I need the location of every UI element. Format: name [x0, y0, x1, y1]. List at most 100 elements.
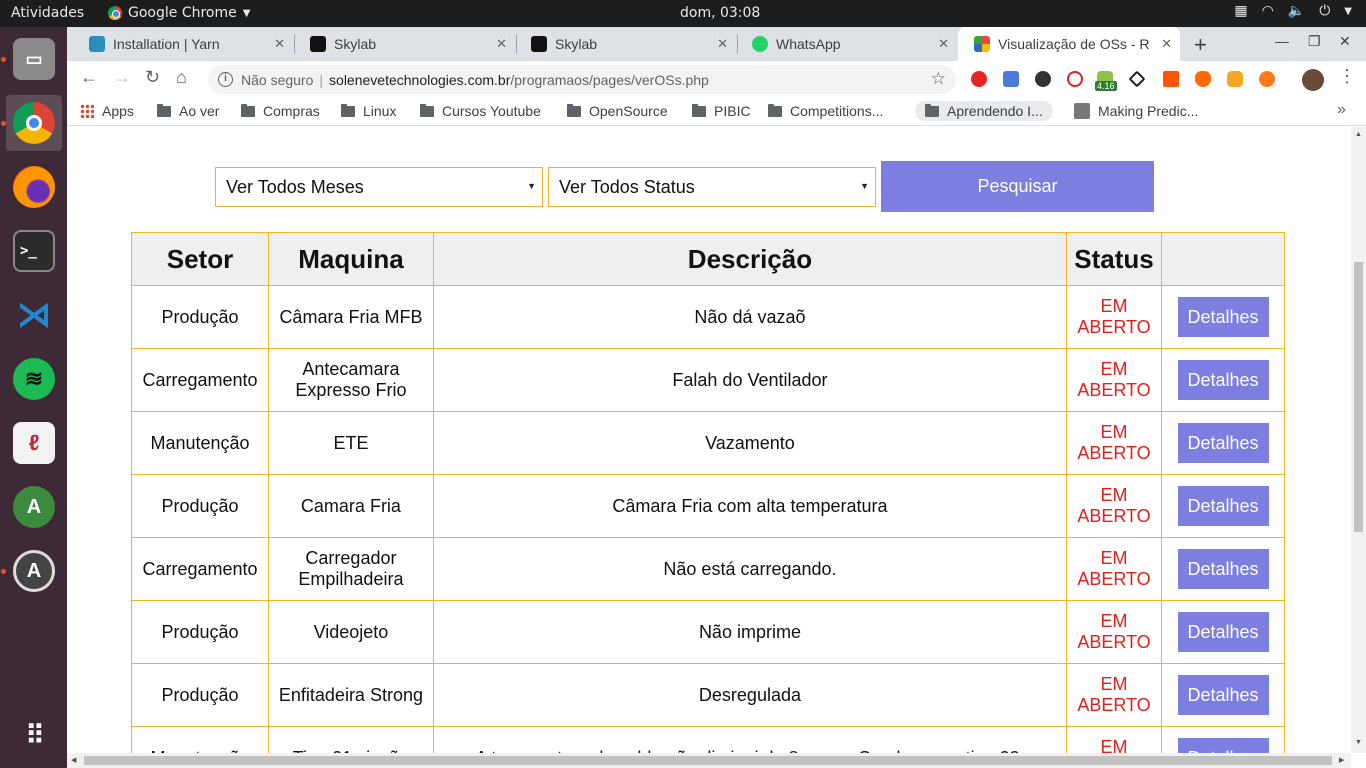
dock-pdf-viewer[interactable]: ℓ [6, 415, 62, 471]
chevron-right-icon[interactable]: » [1337, 101, 1346, 119]
details-button[interactable]: Detalhes [1177, 297, 1269, 337]
soundcloud-extension-icon[interactable] [1163, 71, 1179, 87]
details-button[interactable]: Detalhes [1177, 360, 1269, 400]
block-extension-icon[interactable] [1067, 71, 1083, 87]
header-descricao: Descrição [432, 232, 1068, 286]
details-button[interactable]: Detalhes [1177, 486, 1269, 526]
cell-status: EM ABERTO [1066, 726, 1162, 753]
star-icon[interactable]: ☆ [931, 69, 946, 89]
horizontal-scroll-thumb[interactable] [84, 756, 1332, 765]
home-icon[interactable]: ⌂ [176, 67, 187, 88]
diamond-extension-icon[interactable] [1128, 70, 1146, 88]
caret-down-icon: ▼ [527, 181, 536, 191]
dock-spotify[interactable]: ≋ [6, 351, 62, 407]
bookmark-folder-pibic[interactable]: PIBIC [692, 103, 751, 119]
bookmark-apps[interactable]: Apps [80, 103, 134, 119]
clock[interactable]: dom, 03:08 [680, 5, 760, 21]
bookmark-folder-ao-ver[interactable]: Ao ver [157, 103, 219, 119]
cell-maquina: Câmara Fria MFB [267, 285, 434, 349]
dock-files[interactable]: ▭ [6, 31, 62, 87]
close-icon[interactable]: ✕ [496, 36, 507, 52]
scroll-left-arrow-icon[interactable]: ◀ [71, 756, 76, 764]
cell-setor: Produção [131, 600, 269, 664]
close-icon[interactable]: ✕ [938, 36, 949, 52]
maximize-button[interactable]: ❐ [1308, 33, 1321, 50]
details-button[interactable]: Detalhes [1177, 738, 1269, 753]
dock-android-studio[interactable]: A [6, 479, 62, 535]
system-tray[interactable]: ▦ ◠ 🔈 ⏻ ▼ [1234, 3, 1352, 19]
bookmark-making-predictions[interactable]: Making Predic... [1074, 103, 1198, 119]
bookmark-folder-cursos-youtube[interactable]: Cursos Youtube [420, 103, 541, 119]
close-window-button[interactable]: ✕ [1339, 33, 1351, 50]
info-icon[interactable]: i [218, 72, 233, 87]
tab-visualizacao-oss[interactable]: Visualização de OSs - R ✕ [958, 27, 1180, 61]
back-arrow-icon[interactable]: ← [80, 67, 98, 88]
dock-firefox[interactable] [6, 159, 62, 215]
bookmark-label: Ao ver [179, 103, 220, 119]
fire-extension-icon[interactable] [1195, 71, 1211, 87]
bookmark-folder-competitions[interactable]: Competitions... [768, 103, 883, 119]
details-button[interactable]: Detalhes [1177, 549, 1269, 589]
translate-extension-icon[interactable] [1003, 71, 1019, 87]
dock-vscode[interactable]: ⋊ [6, 287, 62, 343]
activities-button[interactable]: Atividades [11, 5, 84, 21]
workspace-grid-icon[interactable]: ▦ [1234, 3, 1247, 19]
cell-setor: Produção [131, 663, 269, 727]
details-button[interactable]: Detalhes [1177, 612, 1269, 652]
new-tab-button[interactable]: + [1194, 32, 1207, 58]
cell-status: EM ABERTO [1066, 285, 1162, 349]
cell-status: EM ABERTO [1066, 663, 1162, 727]
vscode-icon: ⋊ [17, 296, 51, 334]
fox-extension-icon[interactable] [1227, 71, 1243, 87]
close-icon[interactable]: ✕ [717, 36, 728, 52]
cell-status: EM ABERTO [1066, 411, 1162, 475]
details-button[interactable]: Detalhes [1177, 675, 1269, 715]
bookmark-folder-aprendendo[interactable]: Aprendendo I... [915, 101, 1053, 121]
status-filter-select[interactable]: Ver Todos Status ▼ [548, 167, 876, 207]
scroll-right-arrow-icon[interactable]: ▶ [1339, 756, 1344, 764]
close-icon[interactable]: ✕ [1161, 36, 1172, 52]
folder-icon [420, 103, 434, 117]
bookmark-folder-opensource[interactable]: OpenSource [567, 103, 668, 119]
cell-actions: Detalhes [1161, 411, 1285, 475]
dock-terminal[interactable]: >_ [6, 223, 62, 279]
tab-skylab-1[interactable]: Skylab ✕ [294, 27, 515, 61]
forward-arrow-icon[interactable]: → [113, 67, 131, 88]
opera-extension-icon[interactable] [971, 71, 987, 87]
download-extension-icon[interactable] [1035, 71, 1051, 87]
bookmark-folder-compras[interactable]: Compras [241, 103, 320, 119]
chrome-icon [13, 102, 55, 144]
minimize-button[interactable]: — [1275, 33, 1289, 49]
close-icon[interactable]: ✕ [274, 36, 285, 52]
more-menu-icon[interactable]: ⋮ [1338, 66, 1356, 87]
tab-title: Skylab [334, 36, 377, 52]
reload-icon[interactable]: ↻ [145, 67, 160, 88]
tab-title: Installation | Yarn [113, 36, 220, 52]
tab-yarn[interactable]: Installation | Yarn ✕ [73, 27, 293, 61]
power-icon[interactable]: ⏻ [1319, 3, 1330, 19]
dock-show-applications[interactable]: ⠿ [6, 707, 62, 763]
dock-software-updater[interactable]: A [6, 543, 62, 599]
chevron-down-icon[interactable]: ▼ [1344, 6, 1352, 17]
bookmark-folder-linux[interactable]: Linux [341, 103, 396, 119]
month-filter-select[interactable]: Ver Todos Meses ▼ [215, 167, 543, 207]
vertical-scroll-thumb[interactable] [1354, 262, 1363, 532]
horizontal-scrollbar[interactable]: ◀ ▶ [67, 753, 1351, 768]
address-bar[interactable]: i Não seguro | solenevetechnologies.com.… [208, 65, 956, 94]
volume-icon[interactable]: 🔈 [1288, 3, 1305, 19]
profile-avatar[interactable] [1302, 69, 1324, 91]
cell-maquina: Antecamara Expresso Frio [267, 348, 434, 412]
tab-whatsapp[interactable]: WhatsApp ✕ [736, 27, 957, 61]
tab-skylab-2[interactable]: Skylab ✕ [515, 27, 736, 61]
tab-title: Skylab [555, 36, 598, 52]
details-button[interactable]: Detalhes [1177, 423, 1269, 463]
vertical-scrollbar[interactable]: ▲ ▼ [1351, 127, 1366, 753]
scroll-down-arrow-icon[interactable]: ▼ [1355, 739, 1362, 746]
dock-chrome[interactable] [6, 95, 62, 151]
tab-strip: Installation | Yarn ✕ Skylab ✕ Skylab ✕ … [67, 27, 1366, 61]
app-menu[interactable]: Google Chrome ▼ [108, 5, 250, 21]
scroll-up-arrow-icon[interactable]: ▲ [1355, 131, 1362, 138]
search-button[interactable]: Pesquisar [881, 161, 1154, 212]
orange-extension-icon[interactable] [1259, 71, 1275, 87]
wifi-icon[interactable]: ◠ [1262, 3, 1274, 19]
